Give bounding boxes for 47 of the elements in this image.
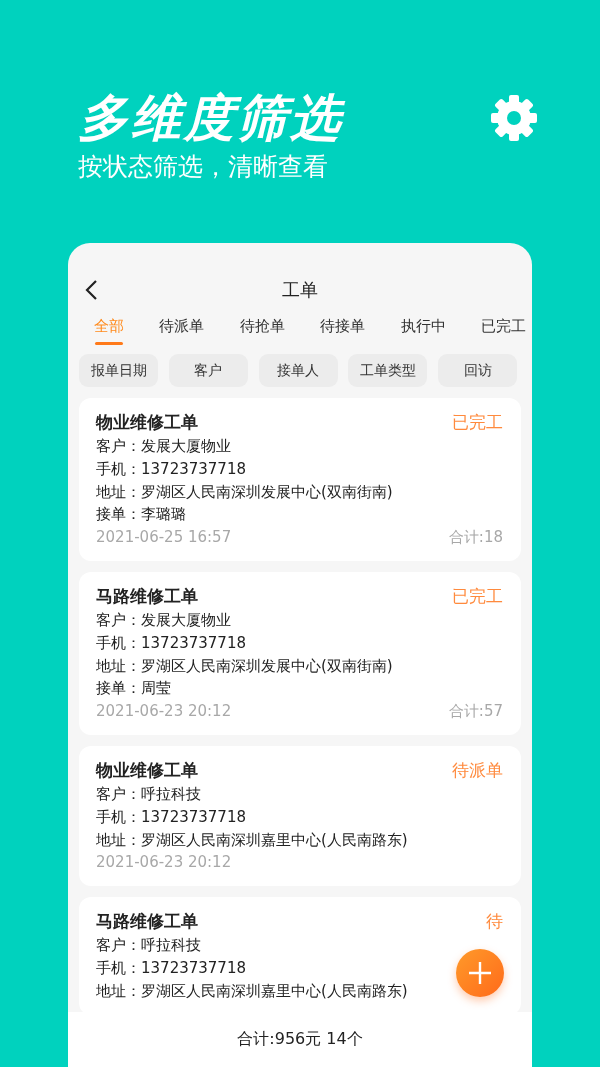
order-date: 2021-06-23 20:12 — [96, 701, 232, 723]
order-detail: 接单：李璐璐 — [96, 504, 186, 526]
order-detail: 客户：呼拉科技 — [96, 783, 201, 805]
order-title: 物业维修工单 — [96, 411, 198, 434]
status-tab[interactable]: 已完工 — [476, 317, 530, 345]
order-detail: 地址：罗湖区人民南深圳发展中心(双南街南) — [96, 481, 393, 503]
order-total: 合计:18 — [448, 527, 503, 549]
status-tab[interactable]: 待抢单 — [235, 317, 289, 345]
order-status: 待 — [486, 910, 503, 934]
order-status: 待派单 — [452, 758, 503, 782]
order-detail: 地址：罗湖区人民南深圳嘉里中心(人民南路东) — [96, 829, 408, 851]
order-detail: 地址：罗湖区人民南深圳发展中心(双南街南) — [96, 655, 393, 677]
filter-button[interactable]: 报单日期 — [79, 354, 158, 387]
settings-icon[interactable] — [490, 94, 538, 142]
order-title: 物业维修工单 — [96, 758, 198, 782]
status-tab[interactable]: 待接单 — [316, 317, 370, 345]
filter-button[interactable]: 客户 — [168, 354, 248, 387]
order-detail: 地址：罗湖区人民南深圳嘉里中心(人民南路东) — [96, 980, 408, 1002]
order-title: 马路维修工单 — [96, 585, 198, 608]
order-detail: 手机：13723737718 — [96, 806, 246, 828]
filter-button[interactable]: 接单人 — [258, 354, 338, 387]
order-status: 已完工 — [452, 585, 503, 608]
status-tab[interactable]: 执行中 — [396, 317, 450, 345]
plus-icon — [468, 961, 492, 985]
back-icon[interactable] — [84, 279, 98, 301]
order-date: 2021-06-23 20:12 — [96, 852, 232, 874]
order-detail: 手机：13723737718 — [96, 458, 246, 480]
order-detail: 客户：发展大厦物业 — [96, 436, 231, 457]
order-card[interactable]: 物业维修工单 已完工 客户：发展大厦物业 手机：13723737718 地址：罗湖区人民南深圳发展中心(双南街南) 接单：李璐璐 2021-06-25 16:57 合计:18 — [79, 398, 521, 561]
order-detail: 手机：13723737718 — [96, 632, 246, 654]
order-detail: 客户：呼拉科技 — [96, 935, 201, 957]
order-card[interactable]: 物业维修工单 待派单 客户：呼拉科技 手机：13723737718 地址：罗湖区人民南深圳嘉里中心(人民南路东) 2021-06-23 20:12 — [79, 745, 521, 887]
page-title: 工单 — [282, 278, 318, 302]
order-card[interactable]: 马路维修工单 待 客户：呼拉科技 手机：13723737718 地址：罗湖区人民南深圳嘉里中心(人民南路东) — [79, 897, 521, 1012]
hero-subtitle: 按状态筛选，清晰查看 — [78, 151, 329, 183]
status-tab[interactable]: 待派单 — [155, 317, 209, 345]
summary-total: 合计:956元 14个 — [237, 1029, 363, 1050]
order-detail: 手机：13723737718 — [96, 957, 246, 979]
order-status: 已完工 — [452, 411, 503, 434]
order-date: 2021-06-25 16:57 — [96, 527, 232, 549]
order-detail: 客户：发展大厦物业 — [96, 610, 231, 631]
filter-button[interactable]: 工单类型 — [348, 354, 428, 387]
order-card[interactable]: 马路维修工单 已完工 客户：发展大厦物业 手机：13723737718 地址：罗湖区人民南深圳发展中心(双南街南) 接单：周莹 2021-06-23 20:12 合计:57 — [79, 572, 521, 735]
order-title: 马路维修工单 — [96, 910, 198, 934]
order-total: 合计:57 — [448, 701, 503, 723]
filter-button[interactable]: 回访 — [438, 354, 517, 387]
order-detail: 接单：周莹 — [96, 678, 171, 700]
